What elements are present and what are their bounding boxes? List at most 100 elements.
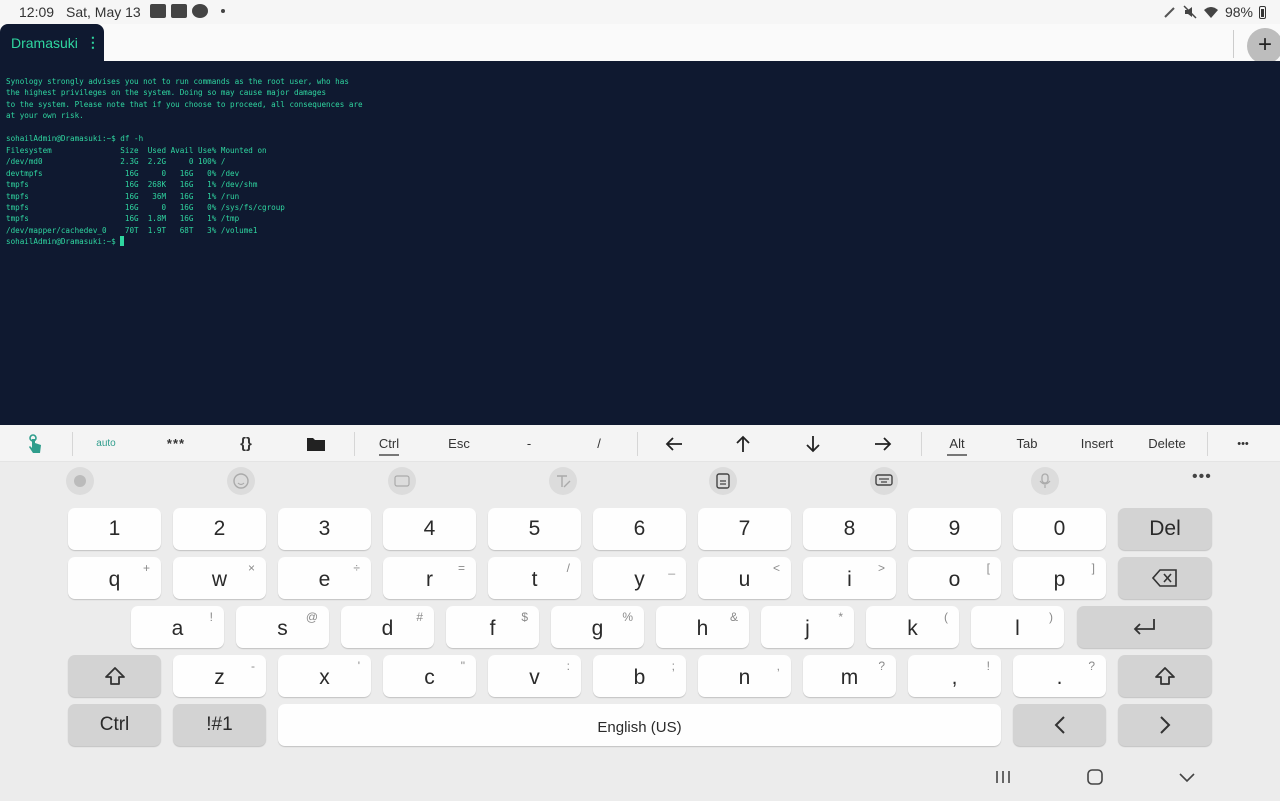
more-extra-keys-icon[interactable]: ••• xyxy=(1223,425,1263,462)
enter-icon xyxy=(1133,619,1155,635)
key-a[interactable]: a! xyxy=(131,606,224,648)
dash-key[interactable]: - xyxy=(509,425,549,462)
command-line: sohailAdmin@Dramasuki:~$ df -h xyxy=(6,134,144,144)
insert-key[interactable]: Insert xyxy=(1072,425,1122,462)
keyboard-mode-icon[interactable] xyxy=(870,467,898,495)
slash-key[interactable]: / xyxy=(579,425,619,462)
shift-key-left[interactable] xyxy=(68,655,161,697)
key-7[interactable]: 7 xyxy=(698,508,791,550)
key-i[interactable]: i > xyxy=(803,557,896,599)
key-n[interactable]: n, xyxy=(698,655,791,697)
key-h[interactable]: h & xyxy=(656,606,749,648)
wifi-icon xyxy=(1203,7,1218,18)
space-bar[interactable]: English (US) xyxy=(278,704,1001,746)
tab-dramasuki[interactable]: Dramasuki ⋮ xyxy=(0,24,104,61)
df-row: devtmpfs 16G 0 16G 0% /dev xyxy=(6,168,240,178)
key-y[interactable]: y _ xyxy=(593,557,686,599)
key-b[interactable]: b; xyxy=(593,655,686,697)
delete-key[interactable]: Delete xyxy=(1142,425,1192,462)
backspace-key[interactable] xyxy=(1118,557,1212,599)
cursor-left-key[interactable] xyxy=(1013,704,1106,746)
key-x[interactable]: x ' xyxy=(278,655,371,697)
cloud-notification-icon xyxy=(192,4,208,18)
esc-key[interactable]: Esc xyxy=(439,425,479,462)
status-time: 12:09 xyxy=(19,4,55,20)
terminal-output[interactable]: Synology strongly advises you not to run… xyxy=(0,61,1280,425)
key-q[interactable]: q + xyxy=(68,557,161,599)
terminal-cursor xyxy=(120,236,125,247)
key-4[interactable]: 4 xyxy=(383,508,476,550)
snippets-button[interactable]: {} xyxy=(226,425,266,462)
key-comma[interactable]: ,! xyxy=(908,655,1001,697)
chevron-left-icon xyxy=(1054,716,1065,734)
key-1[interactable]: 1 xyxy=(68,508,161,550)
touch-mode-icon[interactable] xyxy=(15,425,55,462)
key-p[interactable]: p] xyxy=(1013,557,1106,599)
more-notifications-dot-icon xyxy=(221,9,225,13)
key-l[interactable]: l) xyxy=(971,606,1064,648)
key-r[interactable]: r = xyxy=(383,557,476,599)
key-6[interactable]: 6 xyxy=(593,508,686,550)
gallery-notification-icon xyxy=(171,4,187,18)
auto-button[interactable]: auto xyxy=(86,425,126,462)
key-g[interactable]: g% xyxy=(551,606,644,648)
microphone-icon[interactable] xyxy=(1031,467,1059,495)
arrow-left-icon[interactable] xyxy=(654,425,694,462)
keyboard: 1 2 3 4 5 6 7 8 9 0 Del q + w × e ÷ r = t / y… xyxy=(0,499,1280,757)
key-d[interactable]: d # xyxy=(341,606,434,648)
key-z[interactable]: z- xyxy=(173,655,266,697)
keyboard-more-icon[interactable]: ••• xyxy=(1192,468,1212,486)
ctrl-key[interactable]: Ctrl xyxy=(369,425,409,462)
key-v[interactable]: v: xyxy=(488,655,581,697)
divider xyxy=(637,432,638,456)
key-2[interactable]: 2 xyxy=(173,508,266,550)
key-k[interactable]: k( xyxy=(866,606,959,648)
folder-icon[interactable] xyxy=(296,425,336,462)
enter-key[interactable] xyxy=(1077,606,1212,648)
keyboard-ctrl-key[interactable]: Ctrl xyxy=(68,704,161,746)
gif-icon[interactable] xyxy=(388,467,416,495)
emoji-sticker-icon[interactable] xyxy=(66,467,94,495)
divider xyxy=(921,432,922,456)
one-handed-keyboard-icon[interactable] xyxy=(709,467,737,495)
key-w[interactable]: w × xyxy=(173,557,266,599)
arrow-right-icon[interactable] xyxy=(863,425,903,462)
arrow-down-icon[interactable] xyxy=(793,425,833,462)
android-screen: 12:09 Sat, May 13 98% Dramasuki ⋮ + Syno… xyxy=(0,0,1280,801)
warning-line: at your own risk. xyxy=(6,111,84,121)
recent-apps-icon[interactable] xyxy=(993,767,1013,787)
del-key[interactable]: Del xyxy=(1118,508,1212,550)
key-5[interactable]: 5 xyxy=(488,508,581,550)
tab-menu-icon[interactable]: ⋮ xyxy=(86,34,100,51)
key-8[interactable]: 8 xyxy=(803,508,896,550)
password-button[interactable]: *** xyxy=(156,425,196,462)
key-c[interactable]: c " xyxy=(383,655,476,697)
key-9[interactable]: 9 xyxy=(908,508,1001,550)
cursor-right-key[interactable] xyxy=(1118,704,1212,746)
key-e[interactable]: e ÷ xyxy=(278,557,371,599)
handwriting-icon[interactable] xyxy=(549,467,577,495)
key-u[interactable]: u < xyxy=(698,557,791,599)
hide-keyboard-icon[interactable] xyxy=(1177,767,1197,787)
arrow-up-icon[interactable] xyxy=(723,425,763,462)
shift-key-right[interactable] xyxy=(1118,655,1212,697)
new-tab-button[interactable]: + xyxy=(1247,28,1280,64)
key-t[interactable]: t / xyxy=(488,557,581,599)
key-o[interactable]: o[ xyxy=(908,557,1001,599)
key-3[interactable]: 3 xyxy=(278,508,371,550)
warning-line: to the system. Please note that if you c… xyxy=(6,99,363,109)
alt-key[interactable]: Alt xyxy=(937,425,977,462)
key-f[interactable]: f $ xyxy=(446,606,539,648)
emoji-icon[interactable] xyxy=(227,467,255,495)
df-row: tmpfs 16G 0 16G 0% /sys/fs/cgroup xyxy=(6,202,285,212)
key-period[interactable]: .? xyxy=(1013,655,1106,697)
divider xyxy=(72,432,73,456)
key-s[interactable]: s @ xyxy=(236,606,329,648)
key-j[interactable]: j * xyxy=(761,606,854,648)
symbols-key[interactable]: !#1 xyxy=(173,704,266,746)
key-m[interactable]: m? xyxy=(803,655,896,697)
key-0[interactable]: 0 xyxy=(1013,508,1106,550)
home-icon[interactable] xyxy=(1085,767,1105,787)
tab-key[interactable]: Tab xyxy=(1007,425,1047,462)
terminal-tab-bar: Dramasuki ⋮ xyxy=(0,24,1280,61)
